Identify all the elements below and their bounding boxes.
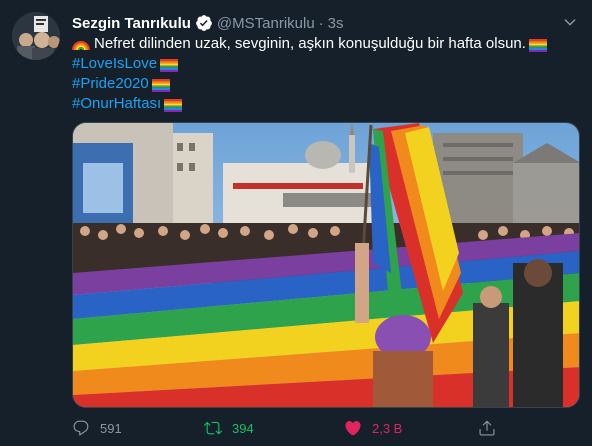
hashtag-line: #OnurHaftası (72, 94, 577, 114)
hashtag-link[interactable]: #Pride2020 (72, 74, 149, 94)
reply-button[interactable]: 591 (72, 414, 122, 442)
hashtag-link[interactable]: #OnurHaftası (72, 94, 161, 114)
author-name[interactable]: Sezgin Tanrıkulu (72, 15, 191, 32)
heart-icon (345, 421, 361, 436)
rainbow-emoji-icon (72, 37, 90, 51)
tweet-photo[interactable] (72, 122, 580, 408)
retweet-icon (204, 421, 222, 435)
avatar[interactable] (12, 12, 60, 60)
tweet-actions: 591 394 2,3 B (72, 414, 512, 442)
reply-count: 591 (100, 420, 122, 436)
like-button[interactable]: 2,3 B (344, 414, 402, 442)
rainbow-flag-icon (151, 78, 170, 92)
retweet-count: 394 (232, 420, 254, 436)
share-button[interactable] (478, 414, 496, 442)
tweet-text-line: Nefret dilinden uzak, sevginin, aşkın ko… (72, 34, 577, 54)
retweet-button[interactable]: 394 (204, 414, 254, 442)
verified-badge-icon (195, 14, 213, 32)
hashtag-line: #Pride2020 (72, 74, 577, 94)
author-handle[interactable]: @MSTanrikulu (217, 15, 315, 32)
rainbow-flag-icon (160, 58, 179, 72)
separator-dot: · (318, 14, 324, 32)
photo-pride-crowd (73, 123, 579, 407)
share-icon (479, 420, 495, 436)
rainbow-flag-icon (528, 38, 547, 52)
like-count: 2,3 B (372, 420, 403, 436)
hashtag-line: #LoveIsLove (72, 54, 577, 74)
avatar-image (12, 12, 60, 60)
tweet-header: Sezgin Tanrıkulu @MSTanrikulu · 3s (72, 12, 344, 34)
rainbow-flag-icon (164, 98, 183, 112)
reply-icon (73, 420, 89, 436)
tweet-main-text: Nefret dilinden uzak, sevginin, aşkın ko… (94, 35, 526, 52)
hashtag-link[interactable]: #LoveIsLove (72, 54, 157, 74)
tweet-timestamp[interactable]: 3s (328, 15, 344, 32)
tweet-text: Nefret dilinden uzak, sevginin, aşkın ko… (72, 34, 577, 114)
tweet[interactable]: Sezgin Tanrıkulu @MSTanrikulu · 3s Nefre… (0, 0, 592, 446)
chevron-down-icon[interactable] (560, 12, 580, 32)
